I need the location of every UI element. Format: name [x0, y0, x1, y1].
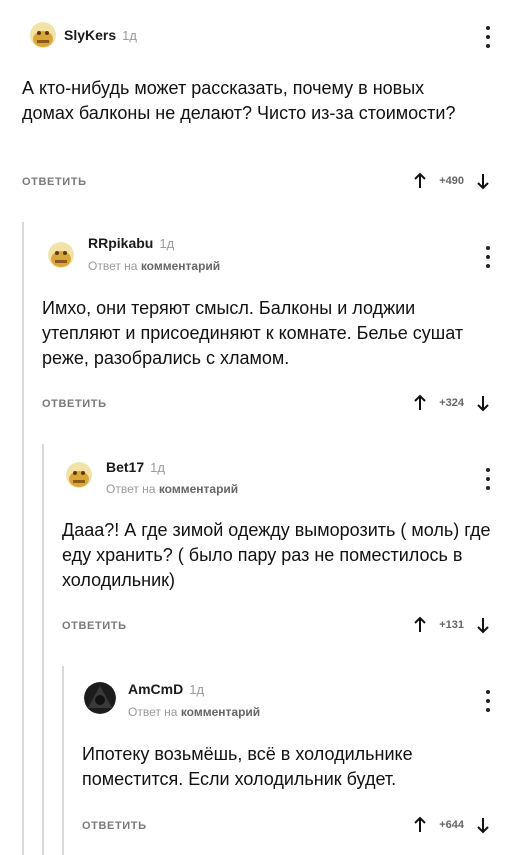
avatar[interactable]	[84, 682, 116, 714]
comment: RRpikabu 1д Ответ на комментарий Имхо, он…	[0, 222, 512, 855]
face-avatar-icon	[66, 462, 92, 488]
comment-text: Дааа?! А где зимой одежду выморозить ( м…	[62, 520, 491, 590]
rating-value: +490	[439, 175, 464, 187]
more-menu-icon[interactable]	[486, 468, 490, 490]
thread-line[interactable]	[62, 666, 64, 855]
comment: AmCmD 1д Ответ на комментарий Ипотеку воз…	[0, 666, 512, 855]
downvote-arrow-icon[interactable]	[476, 616, 490, 634]
reply-to-link[interactable]: Ответ на комментарий	[106, 482, 238, 496]
comment-actions: ОТВЕТИТЬ +131	[62, 616, 512, 644]
downvote-arrow-icon[interactable]	[476, 172, 490, 190]
face-avatar-icon	[48, 242, 74, 268]
vote-controls: +490	[413, 172, 490, 190]
vote-controls: +131	[413, 616, 490, 634]
comment: SlyKers 1д А кто-нибудь может рассказать,…	[0, 14, 512, 204]
avatar[interactable]	[30, 22, 56, 48]
comment-actions: ОТВЕТИТЬ +644	[82, 816, 512, 844]
upvote-arrow-icon[interactable]	[413, 616, 427, 634]
more-menu-icon[interactable]	[486, 690, 490, 712]
rating-value: +324	[439, 397, 464, 409]
face-avatar-icon	[30, 22, 56, 48]
upvote-arrow-icon[interactable]	[413, 394, 427, 412]
avatar[interactable]	[48, 242, 74, 268]
username[interactable]: SlyKers 1д	[64, 27, 137, 43]
reply-to-link[interactable]: Ответ на комментарий	[128, 705, 260, 719]
comment-actions: ОТВЕТИТЬ +490	[22, 172, 512, 200]
comment-actions: ОТВЕТИТЬ +324	[42, 394, 512, 422]
username-text[interactable]: AmCmD	[128, 681, 183, 697]
comment-text: А кто-нибудь может рассказать, почему в …	[22, 78, 456, 123]
username[interactable]: RRpikabu 1д	[88, 235, 174, 251]
dark-avatar-icon	[84, 682, 116, 714]
more-menu-icon[interactable]	[486, 246, 490, 268]
comment-header: SlyKers 1д	[0, 14, 512, 64]
vote-controls: +324	[413, 394, 490, 412]
rating-value: +131	[439, 619, 464, 631]
reply-button[interactable]: ОТВЕТИТЬ	[82, 820, 147, 832]
comment: Bet17 1д Ответ на комментарий Дааа?! А гд…	[0, 444, 512, 855]
reply-button[interactable]: ОТВЕТИТЬ	[22, 176, 87, 188]
time-ago: 1д	[122, 28, 137, 43]
reply-button[interactable]: ОТВЕТИТЬ	[62, 620, 127, 632]
avatar[interactable]	[66, 462, 92, 488]
username-text[interactable]: Bet17	[106, 459, 144, 475]
rating-value: +644	[439, 819, 464, 831]
time-ago: 1д	[159, 236, 175, 251]
username[interactable]: AmCmD 1д	[128, 681, 204, 697]
comment-text: Ипотеку возьмёшь, всё в холодильнике пом…	[82, 744, 413, 789]
vote-controls: +644	[413, 816, 490, 834]
downvote-arrow-icon[interactable]	[476, 816, 490, 834]
username-text[interactable]: SlyKers	[64, 27, 116, 43]
upvote-arrow-icon[interactable]	[413, 172, 427, 190]
reply-button[interactable]: ОТВЕТИТЬ	[42, 398, 107, 410]
time-ago: 1д	[150, 460, 165, 475]
time-ago: 1д	[189, 682, 205, 697]
downvote-arrow-icon[interactable]	[476, 394, 490, 412]
upvote-arrow-icon[interactable]	[413, 816, 427, 834]
comment-text: Имхо, они теряют смысл. Балконы и лоджии…	[42, 298, 464, 368]
username[interactable]: Bet17 1д	[106, 459, 165, 475]
more-menu-icon[interactable]	[486, 26, 490, 48]
reply-to-link[interactable]: Ответ на комментарий	[88, 259, 220, 273]
username-text[interactable]: RRpikabu	[88, 235, 153, 251]
